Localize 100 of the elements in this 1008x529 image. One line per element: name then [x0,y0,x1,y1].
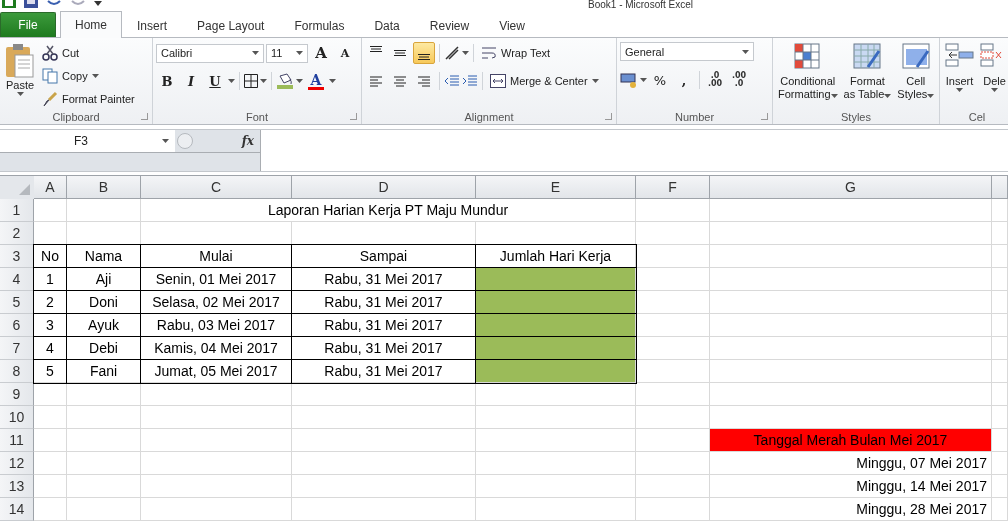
ribbon-tab[interactable]: View [484,13,540,37]
conditional-formatting-button[interactable]: Conditional Formatting [776,42,840,109]
table-cell[interactable]: Selasa, 02 Mei 2017 [141,291,292,314]
format-painter-button[interactable]: Format Painter [39,88,138,109]
table-cell[interactable]: Doni [67,291,141,314]
table-cell[interactable]: Rabu, 31 Mei 2017 [292,291,476,314]
row-header[interactable]: 5 [0,291,34,314]
dialog-launcher-icon[interactable] [761,113,768,120]
customize-caret-icon[interactable] [94,0,102,6]
splitter-handle[interactable] [177,133,193,149]
format-as-table-button[interactable]: Format as Table [841,42,894,109]
filled-cell[interactable] [476,360,636,383]
table-cell[interactable]: Tanggal Merah Bulan Mei 2017 [710,429,992,452]
row-header[interactable]: 2 [0,222,34,245]
table-cell[interactable]: Minggu, 14 Mei 2017 [710,475,992,498]
title-cell[interactable]: Laporan Harian Kerja PT Maju Mundur [141,199,636,222]
table-cell[interactable]: Debi [67,337,141,360]
insert-function-button[interactable]: fx [241,134,254,148]
wrap-text-button[interactable]: Wrap Text [478,42,554,64]
merge-center-button[interactable]: Merge & Center [487,70,602,92]
row-header[interactable]: 1 [0,199,34,222]
column-header[interactable]: A [34,176,67,199]
row-header[interactable]: 7 [0,337,34,360]
table-cell[interactable]: Rabu, 31 Mei 2017 [292,337,476,360]
row-header[interactable]: 14 [0,498,34,521]
dialog-launcher-icon[interactable] [141,113,148,120]
column-header[interactable] [992,176,1008,199]
dialog-launcher-icon[interactable] [350,113,357,120]
paste-button[interactable]: Paste [3,42,37,109]
table-cell[interactable]: Aji [67,268,141,291]
row-header[interactable]: 13 [0,475,34,498]
table-cell[interactable]: Fani [67,360,141,383]
copy-button[interactable]: Copy [39,65,138,86]
increase-indent-icon[interactable] [462,75,478,87]
table-cell[interactable]: Kamis, 04 Mei 2017 [141,337,292,360]
bottom-align-button[interactable] [413,42,435,64]
shrink-font-button[interactable]: A [334,42,356,64]
ribbon-tab[interactable]: Home [60,11,122,38]
ribbon-tab[interactable]: Data [359,13,415,37]
cut-button[interactable]: Cut [39,42,138,63]
table-cell[interactable]: Sampai [292,245,476,268]
table-cell[interactable]: Minggu, 28 Mei 2017 [710,498,992,521]
table-cell[interactable]: Minggu, 07 Mei 2017 [710,452,992,475]
name-box[interactable]: F3 [0,130,175,152]
formula-input[interactable] [261,130,1008,171]
column-header[interactable]: D [292,176,476,199]
decrease-decimal-button[interactable]: .00 .0 [728,69,750,91]
number-format-dropdown[interactable]: General [620,42,754,61]
font-size-dropdown[interactable]: 11 [266,43,308,63]
table-cell[interactable]: Rabu, 31 Mei 2017 [292,314,476,337]
column-header[interactable]: C [141,176,292,199]
filled-cell[interactable] [476,268,636,291]
select-all-corner-icon[interactable] [0,176,34,199]
table-cell[interactable]: Mulai [141,245,292,268]
decrease-indent-icon[interactable] [444,75,460,87]
insert-cells-button[interactable]: Insert [943,42,976,109]
delete-cells-button[interactable]: Dele [978,42,1008,109]
bold-button[interactable]: B [156,70,178,92]
save-icon[interactable] [24,0,38,8]
table-cell[interactable]: Rabu, 03 Mei 2017 [141,314,292,337]
row-header[interactable]: 12 [0,452,34,475]
dialog-launcher-icon[interactable] [605,113,612,120]
cell-styles-button[interactable]: Cell Styles [895,42,937,109]
table-cell[interactable]: Rabu, 31 Mei 2017 [292,268,476,291]
table-cell[interactable]: Rabu, 31 Mei 2017 [292,360,476,383]
row-header[interactable]: 3 [0,245,34,268]
column-header[interactable]: F [636,176,710,199]
money-icon[interactable] [620,72,638,88]
increase-decimal-button[interactable]: .0 .00 [704,69,726,91]
ribbon-tab[interactable]: Review [414,13,485,37]
row-header[interactable]: 9 [0,383,34,406]
comma-button[interactable]: , [673,69,695,91]
file-tab[interactable]: File [0,12,56,37]
row-header[interactable]: 8 [0,360,34,383]
row-header[interactable]: 4 [0,268,34,291]
ribbon-tab[interactable]: Page Layout [182,13,280,37]
font-color-button[interactable]: A [305,70,327,92]
grow-font-button[interactable]: A [310,42,332,64]
redo-icon[interactable] [70,0,86,6]
table-cell[interactable]: Nama [67,245,141,268]
row-header[interactable]: 10 [0,406,34,429]
column-header[interactable]: G [710,176,992,199]
fill-bucket-icon[interactable] [276,73,294,89]
percent-button[interactable]: % [649,69,671,91]
filled-cell[interactable] [476,314,636,337]
column-header[interactable]: E [476,176,636,199]
row-header[interactable]: 6 [0,314,34,337]
angled-text-icon[interactable] [444,45,460,61]
italic-button[interactable]: I [180,70,202,92]
underline-button[interactable]: U [204,70,226,92]
table-cell[interactable]: Senin, 01 Mei 2017 [141,268,292,291]
column-header[interactable]: B [67,176,141,199]
table-cell[interactable]: Jumlah Hari Kerja [476,245,636,268]
table-cell[interactable]: Jumat, 05 Mei 2017 [141,360,292,383]
table-cell[interactable]: Ayuk [67,314,141,337]
ribbon-tab[interactable]: Formulas [279,13,360,37]
borders-icon[interactable] [244,74,258,88]
ribbon-tab[interactable]: Insert [122,13,183,37]
filled-cell[interactable] [476,291,636,314]
font-name-dropdown[interactable]: Calibri [156,43,264,63]
